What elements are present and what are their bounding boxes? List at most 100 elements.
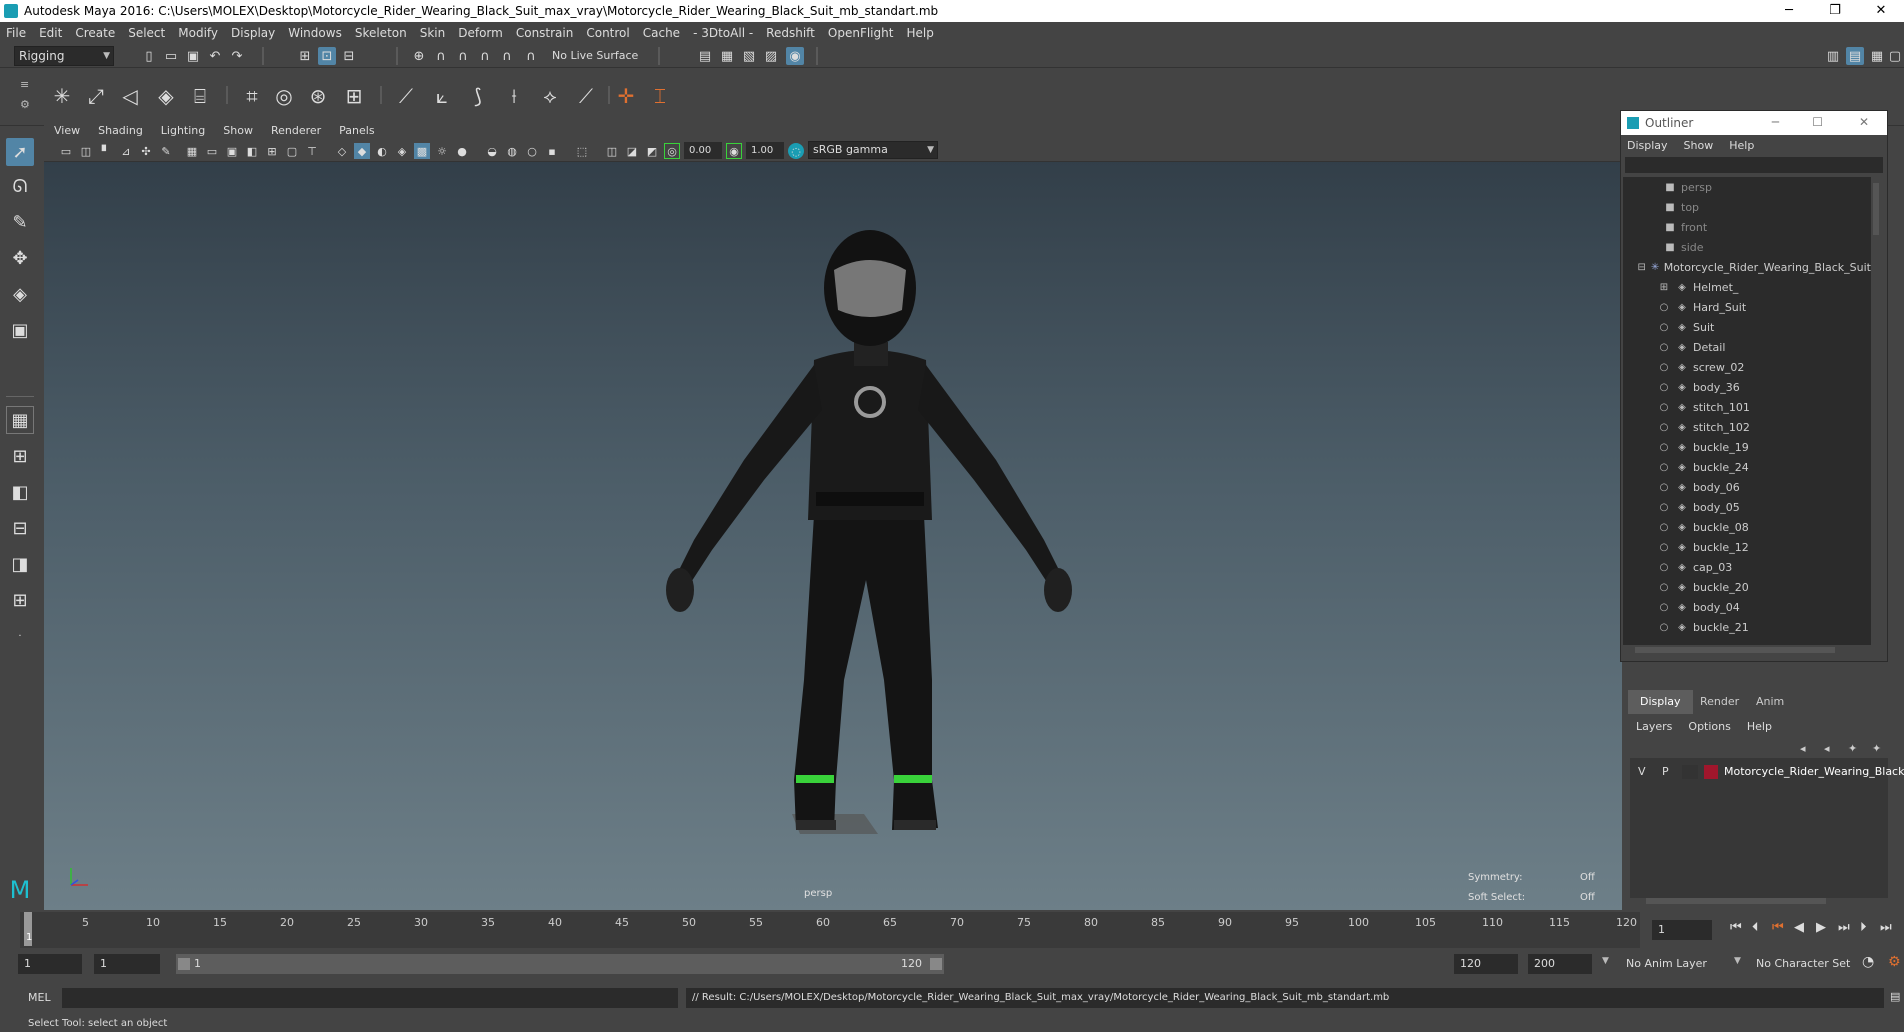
viewport-menu-show[interactable]: Show <box>223 124 253 137</box>
exposure-field[interactable]: 0.00 <box>684 142 722 159</box>
paint-weights-icon[interactable]: ⟆ <box>464 82 492 110</box>
outliner-item[interactable]: ○ ◈ Suit <box>1623 317 1871 337</box>
go-to-start-icon[interactable]: ⏮ <box>1730 920 1742 935</box>
script-editor-icon[interactable]: ▤ <box>1890 990 1900 1003</box>
isolate-select-icon[interactable]: ⬚ <box>574 143 590 159</box>
outliner-item[interactable]: ○ ◈ cap_03 <box>1623 557 1871 577</box>
layer-row[interactable]: V P Motorcycle_Rider_Wearing_Black <box>1630 762 1904 782</box>
menu-display[interactable]: Display <box>231 26 275 40</box>
menu-skin[interactable]: Skin <box>420 26 446 40</box>
animation-end-field[interactable]: 200 <box>1528 954 1592 974</box>
persp-hypergraph-layout-icon[interactable]: ◨ <box>6 550 34 578</box>
safe-action-icon[interactable]: ▢ <box>284 143 300 159</box>
ik-spline-icon[interactable]: ◁ <box>116 82 144 110</box>
gamma-field[interactable]: 1.00 <box>746 142 784 159</box>
2d-pan-zoom-icon[interactable]: ✣ <box>138 143 154 159</box>
move-tool-icon[interactable]: ✥ <box>6 244 34 272</box>
move-layer-up-icon[interactable]: ◂ <box>1800 742 1806 755</box>
four-view-layout-icon[interactable]: ⊞ <box>6 442 34 470</box>
ik-handle-icon[interactable]: ⤢ <box>82 82 110 110</box>
view-transform-dropdown[interactable]: sRGB gamma ▼ <box>808 141 938 159</box>
detach-skin-icon[interactable]: ⟋ <box>572 82 600 110</box>
outliner-vertical-scrollbar[interactable] <box>1873 183 1879 235</box>
layer-display-type-toggle[interactable] <box>1682 765 1698 779</box>
range-slider-end-handle[interactable] <box>930 958 942 970</box>
animation-start-field[interactable]: 1 <box>18 954 82 974</box>
outliner-item-persp[interactable]: ■ persp <box>1623 177 1871 197</box>
attribute-editor-icon[interactable]: ▦ <box>1868 47 1886 65</box>
menu-openflight[interactable]: OpenFlight <box>828 26 894 40</box>
outliner-persp-graph-layout-icon[interactable]: ⊞ <box>6 586 34 614</box>
character-set-label[interactable]: No Character Set <box>1756 957 1850 970</box>
shadows-icon[interactable]: ● <box>454 143 470 159</box>
outliner-item[interactable]: ○ ◈ Hard_Suit <box>1623 297 1871 317</box>
select-by-object-icon[interactable]: ⊡ <box>318 47 336 65</box>
current-frame-field[interactable]: 1 <box>1652 920 1712 940</box>
rotate-tool-icon[interactable]: ◈ <box>6 280 34 308</box>
wire-icon[interactable]: ⊛ <box>304 82 332 110</box>
command-language-label[interactable]: MEL <box>28 991 51 1004</box>
outliner-item[interactable]: ○ ◈ buckle_08 <box>1623 517 1871 537</box>
modeling-toolkit-icon[interactable]: ▥ <box>1824 47 1842 65</box>
anti-aliasing-icon[interactable]: ○ <box>524 143 540 159</box>
viewport-menu-shading[interactable]: Shading <box>98 124 143 137</box>
viewport-menu-view[interactable]: View <box>54 124 80 137</box>
menu-file[interactable]: File <box>6 26 26 40</box>
outliner-item-root[interactable]: ⊟ ✳ Motorcycle_Rider_Wearing_Black_Suit <box>1623 257 1871 277</box>
new-layer-selected-icon[interactable]: ✦ <box>1872 742 1881 755</box>
menu-modify[interactable]: Modify <box>178 26 218 40</box>
save-scene-icon[interactable]: ▣ <box>184 47 202 65</box>
outliner-item[interactable]: ○ ◈ buckle_21 <box>1623 617 1871 637</box>
layer-menu-options[interactable]: Options <box>1688 720 1730 733</box>
xray-icon[interactable]: ◫ <box>604 143 620 159</box>
outliner-item[interactable]: ○ ◈ buckle_24 <box>1623 457 1871 477</box>
playback-start-field[interactable]: 1 <box>94 954 160 974</box>
move-layer-down-icon[interactable]: ◂ <box>1824 742 1830 755</box>
menu-constrain[interactable]: Constrain <box>516 26 574 40</box>
xray-components-icon[interactable]: ◩ <box>644 143 660 159</box>
more-layouts-icon[interactable]: · <box>6 622 34 650</box>
outliner-item[interactable]: ○ ◈ buckle_12 <box>1623 537 1871 557</box>
menu-help[interactable]: Help <box>906 26 933 40</box>
play-forwards-icon[interactable]: ▶ <box>1816 920 1826 935</box>
resolution-gate-icon[interactable]: ▣ <box>224 143 240 159</box>
menu-edit[interactable]: Edit <box>39 26 62 40</box>
parent-constraint-icon[interactable]: ⌶ <box>646 82 674 110</box>
playback-end-field[interactable]: 120 <box>1454 954 1518 974</box>
outliner-filter-input[interactable] <box>1625 157 1883 173</box>
hypershade-icon[interactable]: ◉ <box>786 47 804 65</box>
range-slider[interactable]: 1 120 <box>176 954 944 974</box>
outliner-item[interactable]: ○ ◈ Detail <box>1623 337 1871 357</box>
paint-select-icon[interactable]: ✎ <box>6 208 34 236</box>
select-by-component-icon[interactable]: ⊟ <box>340 47 358 65</box>
layer-horizontal-scrollbar[interactable] <box>1646 898 1826 904</box>
persp-outliner-layout-icon[interactable]: ◧ <box>6 478 34 506</box>
use-default-material-icon[interactable]: ◐ <box>374 143 390 159</box>
mirror-weights-icon[interactable]: ⟊ <box>500 82 528 110</box>
tool-settings-icon[interactable]: ▢ <box>1886 47 1904 65</box>
command-input[interactable] <box>62 988 678 1008</box>
step-back-frame-icon[interactable]: ⏴ <box>1752 920 1759 935</box>
menu-select[interactable]: Select <box>128 26 165 40</box>
minimize-button[interactable]: ─ <box>1766 0 1812 22</box>
bookmark-icon[interactable]: ▘ <box>98 143 114 159</box>
make-live-icon[interactable]: ∩ <box>522 47 540 65</box>
wireframe-on-shaded-icon[interactable]: ◈ <box>394 143 410 159</box>
chevron-down-icon[interactable]: ▼ <box>1602 956 1609 966</box>
menu-redshift[interactable]: Redshift <box>766 26 815 40</box>
preferences-icon[interactable]: ⚙ <box>1888 954 1901 970</box>
outliner-item[interactable]: ○ ◈ screw_02 <box>1623 357 1871 377</box>
menu-deform[interactable]: Deform <box>458 26 503 40</box>
step-back-key-icon[interactable]: ⏮ <box>1772 920 1784 935</box>
select-by-hierarchy-icon[interactable]: ⊞ <box>296 47 314 65</box>
bind-skin-icon[interactable]: ⟋ <box>392 82 420 110</box>
menuset-dropdown[interactable]: Rigging ▼ <box>14 46 114 66</box>
camera-attributes-icon[interactable]: ◫ <box>78 143 94 159</box>
outliner-item[interactable]: ○ ◈ buckle_19 <box>1623 437 1871 457</box>
outliner-item-side[interactable]: ■ side <box>1623 237 1871 257</box>
maximize-icon[interactable]: ☐ <box>1812 115 1823 129</box>
outliner-item[interactable]: ○ ◈ stitch_101 <box>1623 397 1871 417</box>
select-tool-icon[interactable]: ➚ <box>6 138 34 166</box>
camera-icon[interactable]: ▭ <box>58 143 74 159</box>
new-scene-icon[interactable]: ▯ <box>140 47 158 65</box>
